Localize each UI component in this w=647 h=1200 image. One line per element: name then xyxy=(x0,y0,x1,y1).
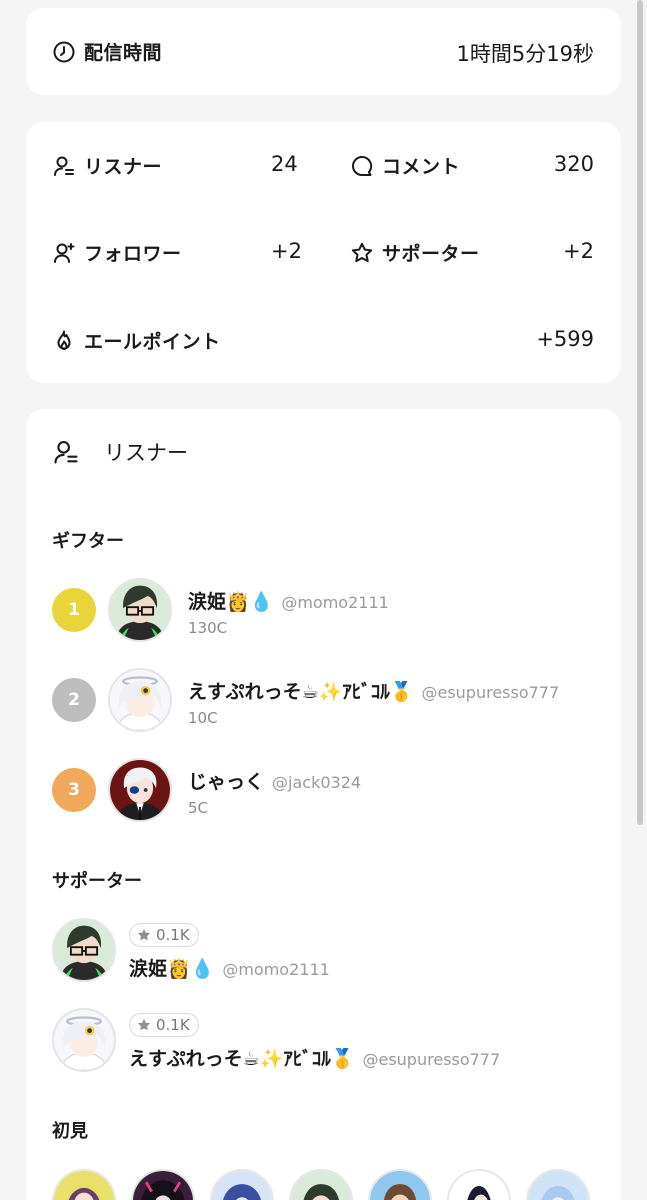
star-icon xyxy=(350,241,374,265)
supporter-name-2[interactable]: えすぷれっそ☕✨ｱﾋﾞｺﾙ🥇 @esupuresso777 xyxy=(129,1044,500,1071)
user-plus-icon xyxy=(52,241,76,265)
listener-header: リスナー xyxy=(52,437,188,467)
stat-yell-points-value: +599 xyxy=(536,327,594,351)
scrollbar[interactable] xyxy=(637,0,643,825)
stat-followers-label: フォロワー xyxy=(84,243,182,265)
star-filled-icon xyxy=(137,1018,151,1031)
avatar[interactable] xyxy=(368,1169,432,1200)
clock-icon xyxy=(52,40,76,64)
gifter-coins: 5C xyxy=(188,799,209,817)
gifter-name-1[interactable]: 涙姫👸💧 @momo2111 xyxy=(188,587,389,614)
flame-icon xyxy=(52,329,76,353)
stat-yell-points: エールポイント xyxy=(52,327,221,354)
listener-card: リスナー ギフター 1 涙姫👸💧 @momo2111 130C 2 えすぷれっそ… xyxy=(26,409,621,1200)
avatar[interactable] xyxy=(52,1008,116,1072)
avatar[interactable] xyxy=(526,1169,590,1200)
stat-supporters-value: +2 xyxy=(563,239,594,263)
supporter-display-name: 涙姫👸💧 xyxy=(129,958,215,980)
stat-yell-points-label: エールポイント xyxy=(84,331,221,353)
rank-badge-3: 3 xyxy=(52,768,96,812)
avatar[interactable] xyxy=(52,1169,116,1200)
user-list-icon xyxy=(52,438,80,466)
avatar[interactable] xyxy=(108,668,172,732)
rank-badge-2: 2 xyxy=(52,678,96,722)
broadcast-time-label-row: 配信時間 xyxy=(52,38,162,65)
broadcast-time-label: 配信時間 xyxy=(84,42,163,64)
supporters-title: サポーター xyxy=(52,871,142,892)
gifter-coins: 10C xyxy=(188,709,218,727)
stat-comments-value: 320 xyxy=(553,152,594,176)
chat-bubble-icon xyxy=(350,154,374,178)
supporter-badge-value: 0.1K xyxy=(156,926,190,944)
stat-listeners: リスナー xyxy=(52,152,162,179)
first-time-title: 初見 xyxy=(52,1121,88,1142)
stat-listeners-value: 24 xyxy=(271,152,298,176)
gifter-handle: @jack0324 xyxy=(272,773,362,792)
stat-followers: フォロワー xyxy=(52,239,182,266)
avatar[interactable] xyxy=(210,1169,274,1200)
broadcast-time-value: 1時間5分19秒 xyxy=(456,42,594,66)
gifter-display-name: えすぷれっそ☕✨ｱﾋﾞｺﾙ🥇 xyxy=(188,681,414,703)
broadcast-time-card: 配信時間 1時間5分19秒 xyxy=(26,8,621,95)
avatar[interactable] xyxy=(447,1169,511,1200)
stat-supporters-label: サポーター xyxy=(382,243,480,265)
supporter-handle: @momo2111 xyxy=(222,960,330,979)
supporter-handle: @esupuresso777 xyxy=(362,1050,501,1069)
gifter-coins: 130C xyxy=(188,619,228,637)
stat-followers-value: +2 xyxy=(271,239,302,263)
gifter-display-name: じゃっく xyxy=(188,771,265,793)
avatar[interactable] xyxy=(52,918,116,982)
stat-comments: コメント xyxy=(350,152,460,179)
supporter-display-name: えすぷれっそ☕✨ｱﾋﾞｺﾙ🥇 xyxy=(129,1048,355,1070)
rank-badge-1: 1 xyxy=(52,588,96,632)
listener-section-title: リスナー xyxy=(104,441,188,465)
star-filled-icon xyxy=(137,928,151,941)
stat-listeners-label: リスナー xyxy=(84,156,163,178)
supporter-badge: 0.1K xyxy=(129,1013,199,1037)
user-list-icon xyxy=(52,154,76,178)
avatar[interactable] xyxy=(108,758,172,822)
stats-card: リスナー 24 コメント 320 フォロワー +2 サポーター +2 エールポイ… xyxy=(26,122,621,383)
avatar[interactable] xyxy=(289,1169,353,1200)
gifter-name-3[interactable]: じゃっく @jack0324 xyxy=(188,767,361,794)
supporter-name-1[interactable]: 涙姫👸💧 @momo2111 xyxy=(129,954,330,981)
gifter-display-name: 涙姫👸💧 xyxy=(188,591,274,613)
stat-comments-label: コメント xyxy=(382,156,461,178)
gifter-handle: @esupuresso777 xyxy=(421,683,560,702)
gifters-title: ギフター xyxy=(52,531,124,552)
stat-supporters: サポーター xyxy=(350,239,480,266)
gifter-name-2[interactable]: えすぷれっそ☕✨ｱﾋﾞｺﾙ🥇 @esupuresso777 xyxy=(188,677,559,704)
supporter-badge: 0.1K xyxy=(129,923,199,947)
supporter-badge-value: 0.1K xyxy=(156,1016,190,1034)
avatar[interactable] xyxy=(131,1169,195,1200)
gifter-handle: @momo2111 xyxy=(281,593,389,612)
avatar[interactable] xyxy=(108,578,172,642)
